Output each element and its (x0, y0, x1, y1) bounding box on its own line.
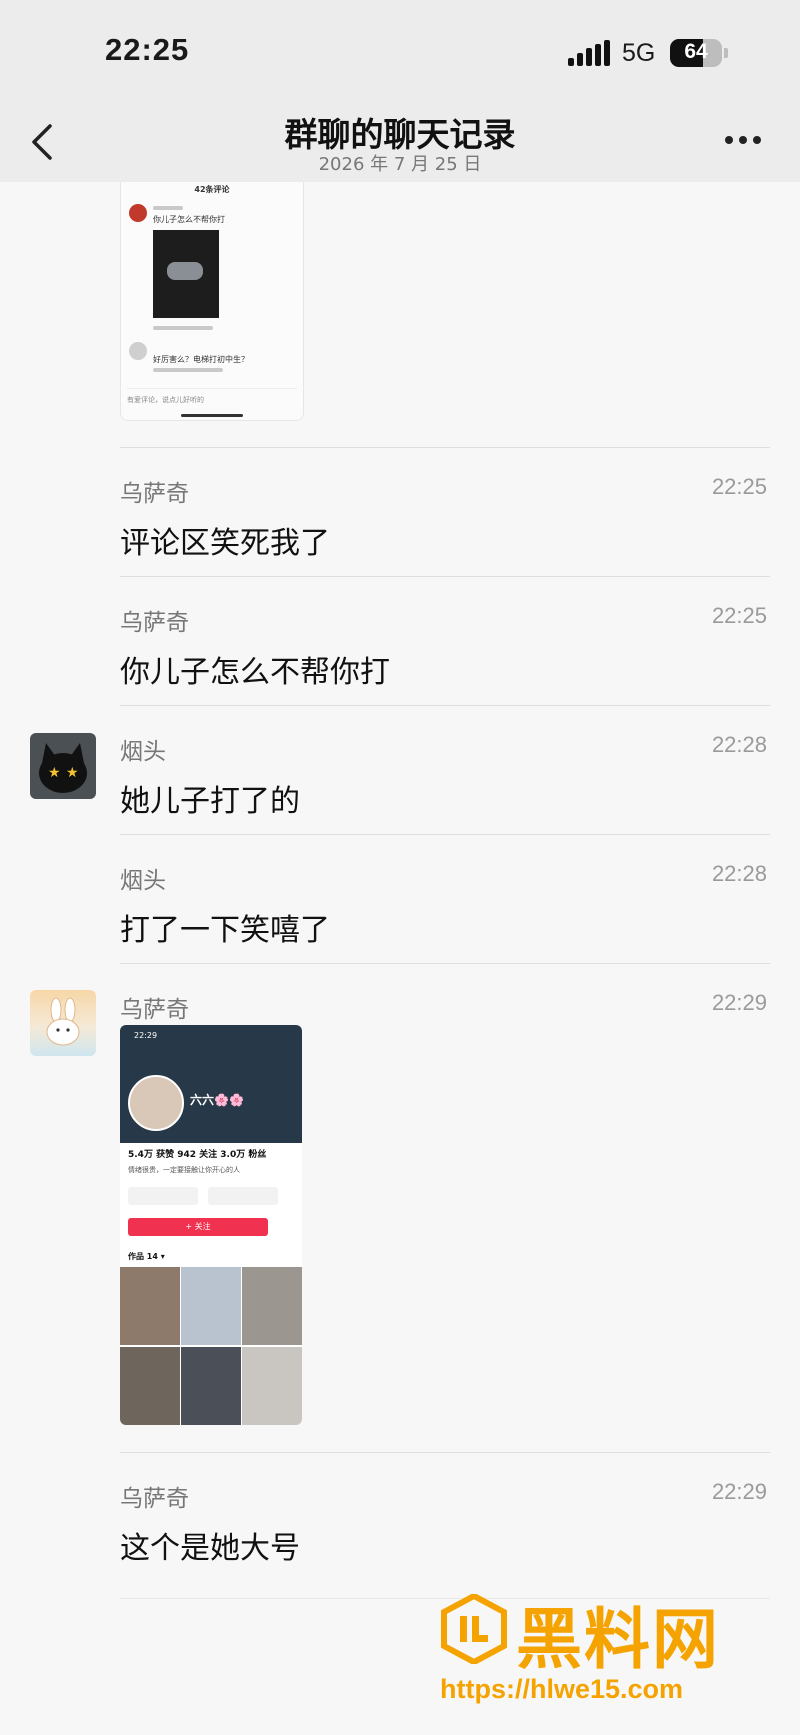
watermark-url: https://hlwe15.com (440, 1674, 684, 1704)
more-dot (753, 136, 761, 144)
nav-bar: 群聊的聊天记录 2026 年 7 月 25 日 (0, 100, 800, 182)
works-tab: 作品 14 ▾ (128, 1252, 165, 1261)
watermark-logo-icon (441, 1594, 507, 1664)
profile-header: 22:29 六六🌸🌸 (120, 1025, 302, 1143)
sender-name: 乌萨奇 (120, 481, 189, 507)
message-time: 22:28 (711, 732, 767, 757)
page-subtitle: 2026 年 7 月 25 日 (318, 154, 482, 175)
chat-message[interactable]: 烟头 22:28 她儿子打了的 (0, 732, 800, 819)
message-time: 22:28 (711, 861, 767, 886)
feature-chip (128, 1187, 198, 1205)
profile-features-row (128, 1183, 294, 1209)
chat-message[interactable]: 烟头 22:28 打了一下笑嘻了 (0, 861, 800, 948)
watermark: 黑料网 https://hlwe15.com (438, 1592, 778, 1710)
sender-name: 乌萨奇 (120, 610, 189, 636)
battery-percent: 64 (684, 40, 708, 63)
embedded-status-time: 22:29 (134, 1031, 158, 1040)
message-time: 22:29 (711, 1479, 767, 1504)
profile-screenshot-image[interactable]: 22:29 六六🌸🌸 5.4万 获赞 942 关注 3.0万 粉丝 情绪很贵，一… (120, 1025, 302, 1425)
battery-icon: 64 (670, 39, 722, 67)
comment-input: 有爱评论，说点儿好听的 (127, 388, 297, 415)
message-text: 打了一下笑嘻了 (120, 913, 330, 948)
profile-stats: 5.4万 获赞 942 关注 3.0万 粉丝 (128, 1150, 267, 1160)
feature-chip (208, 1187, 278, 1205)
comment-text: 好厉害么？电梯打初中生？ (153, 355, 249, 364)
sender-name: 烟头 (120, 868, 166, 894)
battery-cap (724, 48, 728, 58)
more-dot (725, 136, 733, 144)
work-thumbnail (120, 1267, 180, 1345)
home-indicator (181, 414, 243, 417)
work-thumbnail (242, 1267, 302, 1345)
profile-avatar (128, 1075, 184, 1131)
page-title: 群聊的聊天记录 (284, 115, 516, 154)
signal-icon (568, 40, 610, 66)
watermark-text: 黑料网 (516, 1601, 720, 1678)
message-time: 22:25 (711, 474, 767, 499)
work-thumbnail (120, 1347, 180, 1425)
profile-name: 六六🌸🌸 (190, 1093, 244, 1107)
chat-message[interactable]: 乌萨奇 22:25 评论区笑死我了 (0, 474, 800, 561)
commenter-avatar (129, 204, 147, 222)
divider (120, 1452, 770, 1453)
works-grid (120, 1267, 302, 1425)
chat-message[interactable]: 乌萨奇 22:29 (0, 990, 800, 1023)
message-text: 评论区笑死我了 (120, 526, 330, 561)
more-button[interactable] (725, 136, 765, 146)
divider (120, 447, 770, 448)
work-thumbnail (181, 1347, 241, 1425)
sender-name: 烟头 (120, 739, 166, 765)
comment-count: 42条评论 (194, 185, 230, 194)
placeholder-line (153, 368, 223, 372)
comment-text: 你儿子怎么不帮你打 (153, 215, 225, 224)
message-text: 她儿子打了的 (120, 784, 300, 819)
divider (120, 705, 770, 706)
sender-name: 乌萨奇 (120, 1486, 189, 1512)
profile-bio: 情绪很贵，一定要接触让你开心的人 (128, 1166, 240, 1174)
divider (120, 576, 770, 577)
divider (120, 963, 770, 964)
message-text: 这个是她大号 (120, 1531, 300, 1566)
sender-name: 乌萨奇 (120, 997, 189, 1023)
message-time: 22:29 (711, 990, 767, 1015)
work-thumbnail (181, 1267, 241, 1345)
placeholder-line (153, 206, 183, 210)
more-dot (739, 136, 747, 144)
message-time: 22:25 (711, 603, 767, 628)
follow-button: + 关注 (128, 1218, 268, 1236)
chat-message[interactable]: 乌萨奇 22:29 这个是她大号 (0, 1479, 800, 1566)
divider (120, 834, 770, 835)
status-time: 22:25 (105, 32, 190, 67)
network-type: 5G (622, 39, 656, 67)
status-bar: 22:25 5G 64 (0, 0, 800, 100)
placeholder-line (153, 326, 213, 330)
chat-message[interactable]: 乌萨奇 22:25 你儿子怎么不帮你打 (0, 603, 800, 690)
work-thumbnail (242, 1347, 302, 1425)
message-text: 你儿子怎么不帮你打 (120, 655, 390, 690)
commenter-avatar (129, 342, 147, 360)
comment-video-thumbnail (153, 230, 219, 318)
comment-screenshot-image[interactable]: 42条评论 你儿子怎么不帮你打 好厉害么？电梯打初中生？ 有爱评论，说点儿好听的 (120, 182, 304, 421)
